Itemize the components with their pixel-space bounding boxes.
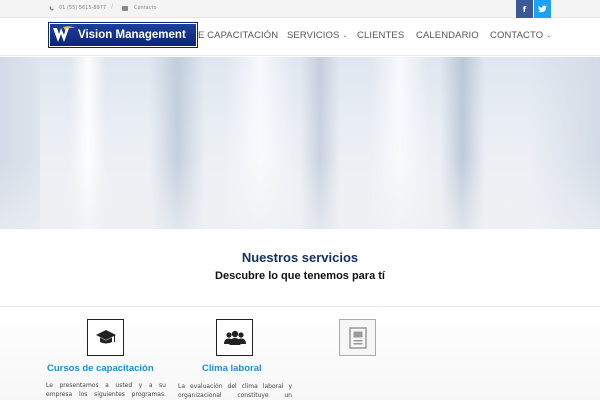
envelope-icon bbox=[122, 5, 128, 11]
phone-contact: 01 (55) 5615-8977 bbox=[49, 3, 106, 13]
twitter-button[interactable] bbox=[534, 0, 551, 18]
nav-item-capacitacion[interactable]: E CAPACITACIÓN bbox=[198, 30, 278, 41]
nav-item-label: CALENDARIO bbox=[416, 30, 479, 41]
chevron-down-icon: ⌄ bbox=[546, 33, 552, 39]
site-logo[interactable]: Vision Management bbox=[48, 22, 198, 48]
logo-text: Vision Management bbox=[78, 29, 186, 41]
service-description-cursos: Le presentamos a usted y a su empresa lo… bbox=[46, 382, 166, 398]
main-navbar: Vision Management E CAPACITACIÓN SERVICI… bbox=[0, 18, 600, 56]
service-card-clima-icon-box[interactable] bbox=[216, 319, 253, 356]
email-contact-label: Contacto bbox=[134, 5, 157, 11]
nav-item-label: E CAPACITACIÓN bbox=[198, 30, 279, 41]
hero-banner bbox=[0, 57, 600, 229]
group-icon bbox=[223, 330, 246, 345]
phone-number: 01 (55) 5615-8977 bbox=[59, 5, 107, 11]
top-bar: 01 (55) 5615-8977 / Contacto f bbox=[0, 0, 600, 18]
email-contact-link[interactable]: Contacto bbox=[122, 3, 157, 13]
twitter-icon bbox=[538, 5, 547, 13]
hero-shade bbox=[0, 57, 600, 229]
nav-item-calendario[interactable]: CALENDARIO bbox=[416, 30, 479, 41]
service-description-clima: La evaluación del clima laboral y organi… bbox=[178, 383, 292, 399]
service-card-cursos-icon-box[interactable] bbox=[87, 319, 124, 356]
service-title-clima[interactable]: Clima laboral bbox=[202, 363, 262, 374]
nav-item-clientes[interactable]: CLIENTES bbox=[357, 30, 404, 41]
contact-separator: / bbox=[111, 3, 114, 10]
nav-item-label: CLIENTES bbox=[357, 30, 405, 41]
phone-icon bbox=[49, 6, 54, 10]
service-title-cursos[interactable]: Cursos de capacitación bbox=[47, 363, 154, 374]
services-title: Nuestros servicios bbox=[241, 250, 359, 265]
service-card-third-icon-box[interactable] bbox=[339, 319, 376, 356]
logo-mark-icon bbox=[53, 26, 75, 42]
nav-item-label: SERVICIOS bbox=[287, 30, 340, 41]
nav-item-label: CONTACTO bbox=[490, 30, 544, 41]
graduation-cap-icon bbox=[95, 329, 116, 343]
services-subtitle: Descubre lo que tenemos para tí bbox=[215, 270, 385, 282]
chevron-down-icon: ⌄ bbox=[342, 33, 348, 39]
facebook-icon: f bbox=[522, 4, 527, 14]
nav-item-servicios[interactable]: SERVICIOS ⌄ bbox=[287, 30, 348, 41]
nav-item-contacto[interactable]: CONTACTO ⌄ bbox=[490, 30, 551, 41]
document-icon bbox=[348, 326, 367, 349]
facebook-button[interactable]: f bbox=[516, 0, 533, 18]
